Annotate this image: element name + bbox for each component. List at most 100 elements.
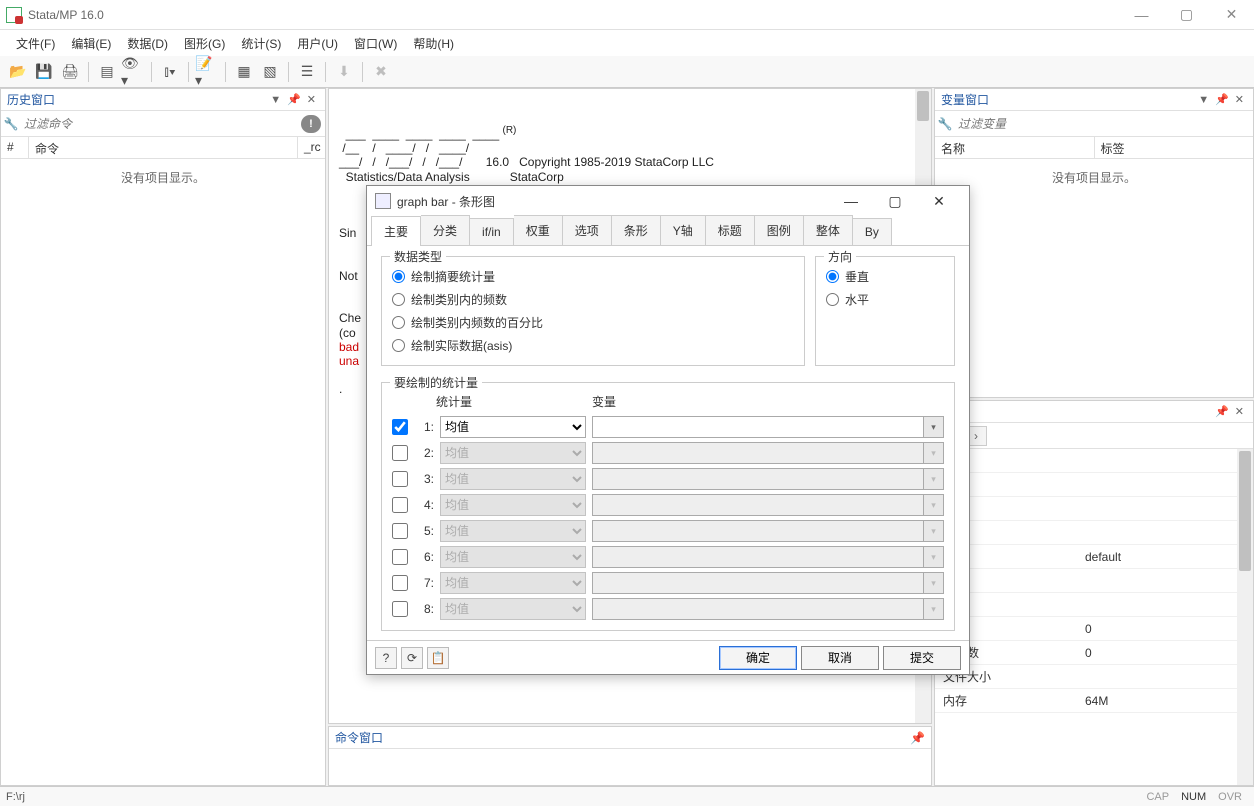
var-input-1[interactable] (593, 417, 923, 437)
chevron-down-icon: ▾ (923, 547, 943, 567)
minimize-button[interactable]: — (1119, 0, 1164, 30)
help-button[interactable]: ? (375, 647, 397, 669)
var-combo-8: ▾ (592, 598, 944, 620)
stat-check-6[interactable] (392, 549, 408, 565)
var-combo-1[interactable]: ▾ (592, 416, 944, 438)
tab-options[interactable]: 选项 (563, 215, 612, 245)
menu-window[interactable]: 窗口(W) (346, 31, 405, 56)
viewer-icon[interactable]: 👁▾ (121, 60, 145, 84)
radio-asis[interactable]: 绘制实际数据(asis) (392, 334, 794, 357)
tab-ifin[interactable]: if/in (470, 218, 514, 245)
tab-main[interactable]: 主要 (371, 216, 421, 246)
pin-icon[interactable]: 📌 (1212, 93, 1232, 106)
search-icon: 🔧 (935, 117, 955, 131)
stat-select-2: 均值 (440, 442, 586, 464)
menu-edit[interactable]: 编辑(E) (63, 31, 119, 56)
tab-bars[interactable]: 条形 (612, 215, 661, 245)
radio-freq[interactable]: 绘制类别内的频数 (392, 288, 794, 311)
print-icon[interactable]: 🖨 (58, 60, 82, 84)
scrollbar[interactable] (1237, 449, 1253, 785)
close-panel-icon[interactable]: ✕ (1232, 93, 1247, 106)
do-editor-icon[interactable]: 📝▾ (195, 60, 219, 84)
pin-icon[interactable]: 📌 (910, 731, 925, 745)
tab-titles[interactable]: 标题 (706, 215, 755, 245)
pin-icon[interactable]: 📌 (284, 93, 304, 106)
col-num[interactable]: # (1, 137, 29, 158)
dialog-maximize[interactable]: ▢ (873, 193, 917, 210)
dialog-title: graph bar - 条形图 (397, 193, 495, 210)
separator (225, 62, 226, 82)
separator (151, 62, 152, 82)
var-combo-6: ▾ (592, 546, 944, 568)
error-indicator-icon[interactable]: ! (301, 115, 321, 133)
col-rc[interactable]: _rc (297, 137, 325, 158)
history-filter-input[interactable] (21, 114, 301, 134)
var-input-3 (593, 469, 923, 489)
col-command[interactable]: 命令 (29, 137, 297, 158)
close-panel-icon[interactable]: ✕ (1232, 405, 1247, 418)
menu-help[interactable]: 帮助(H) (405, 31, 462, 56)
col-name[interactable]: 名称 (935, 137, 1095, 158)
dialog-icon (375, 193, 391, 209)
stat-label-6: 6: (414, 550, 434, 564)
radio-horizontal[interactable]: 水平 (826, 288, 944, 311)
menu-user[interactable]: 用户(U) (289, 31, 346, 56)
save-icon[interactable]: 💾 (32, 60, 56, 84)
radio-percent[interactable]: 绘制类别内频数的百分比 (392, 311, 794, 334)
submit-button[interactable]: 提交 (883, 646, 961, 670)
cancel-button[interactable]: 取消 (801, 646, 879, 670)
maximize-button[interactable]: ▢ (1164, 0, 1209, 30)
stat-check-7[interactable] (392, 575, 408, 591)
data-browser-icon[interactable]: ▧ (258, 60, 282, 84)
dialog-minimize[interactable]: — (829, 193, 873, 209)
chevron-down-icon: ▾ (923, 521, 943, 541)
break-icon: ✖ (369, 60, 393, 84)
menu-data[interactable]: 数据(D) (119, 31, 176, 56)
dialog-close[interactable]: ✕ (917, 193, 961, 210)
var-input-7 (593, 573, 923, 593)
stat-check-4[interactable] (392, 497, 408, 513)
var-combo-7: ▾ (592, 572, 944, 594)
log-icon[interactable]: ▤ (95, 60, 119, 84)
menu-file[interactable]: 文件(F) (8, 31, 63, 56)
data-editor-icon[interactable]: ▦ (232, 60, 256, 84)
stat-check-3[interactable] (392, 471, 408, 487)
close-panel-icon[interactable]: ✕ (304, 93, 319, 106)
filter-icon[interactable]: ▼ (267, 94, 284, 106)
tab-overall[interactable]: 整体 (804, 215, 853, 245)
stat-label-1: 1: (414, 420, 434, 434)
pin-icon[interactable]: 📌 (1212, 405, 1232, 418)
stat-check-2[interactable] (392, 445, 408, 461)
tab-weight[interactable]: 权重 (514, 215, 563, 245)
close-button[interactable]: ✕ (1209, 0, 1254, 30)
stat-select-5: 均值 (440, 520, 586, 542)
tab-by[interactable]: By (853, 218, 892, 245)
go-icon: ⬇ (332, 60, 356, 84)
stat-select-1[interactable]: 均值 (440, 416, 586, 438)
stat-select-8: 均值 (440, 598, 586, 620)
menu-stat[interactable]: 统计(S) (233, 31, 289, 56)
tab-over[interactable]: 分类 (421, 215, 470, 245)
graph-icon[interactable]: ⫾▾ (158, 60, 182, 84)
filter-icon[interactable]: ▼ (1195, 94, 1212, 106)
stat-check-1[interactable] (392, 419, 408, 435)
variables-manager-icon[interactable]: ☰ (295, 60, 319, 84)
menu-graph[interactable]: 图形(G) (176, 31, 233, 56)
radio-summary[interactable]: 绘制摘要统计量 (392, 265, 794, 288)
tab-yaxis[interactable]: Y轴 (661, 215, 706, 245)
tab-legend[interactable]: 图例 (755, 215, 804, 245)
copy-button[interactable]: 📋 (427, 647, 449, 669)
command-input[interactable] (329, 749, 931, 776)
separator (88, 62, 89, 82)
col-label[interactable]: 标签 (1095, 137, 1254, 158)
var-combo-5: ▾ (592, 520, 944, 542)
chevron-down-icon[interactable]: ▾ (923, 417, 943, 437)
radio-vertical[interactable]: 垂直 (826, 265, 944, 288)
variables-filter-input[interactable] (955, 114, 1253, 134)
stat-check-8[interactable] (392, 601, 408, 617)
reset-button[interactable]: ⟳ (401, 647, 423, 669)
open-icon[interactable]: 📂 (6, 60, 30, 84)
ok-button[interactable]: 确定 (719, 646, 797, 670)
stat-label-2: 2: (414, 446, 434, 460)
stat-check-5[interactable] (392, 523, 408, 539)
